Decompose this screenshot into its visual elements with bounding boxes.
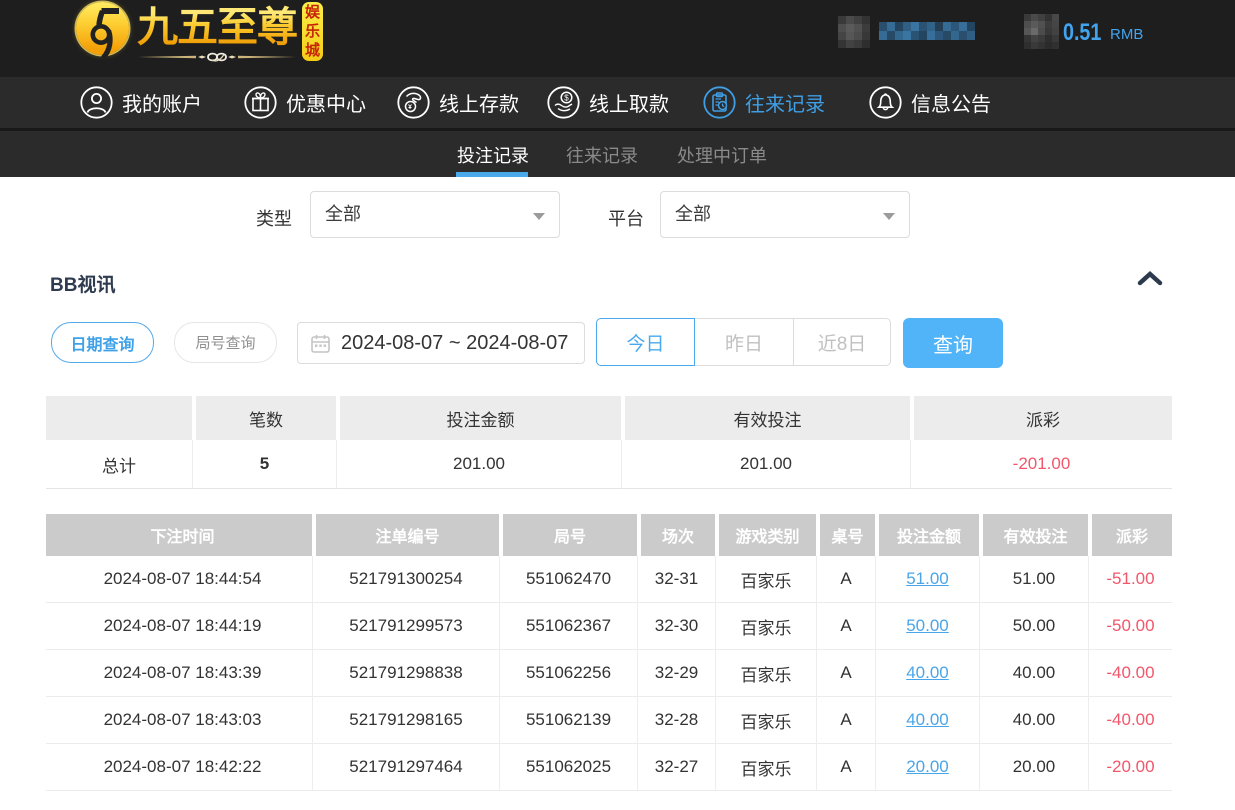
svg-text:$: $: [564, 93, 569, 102]
